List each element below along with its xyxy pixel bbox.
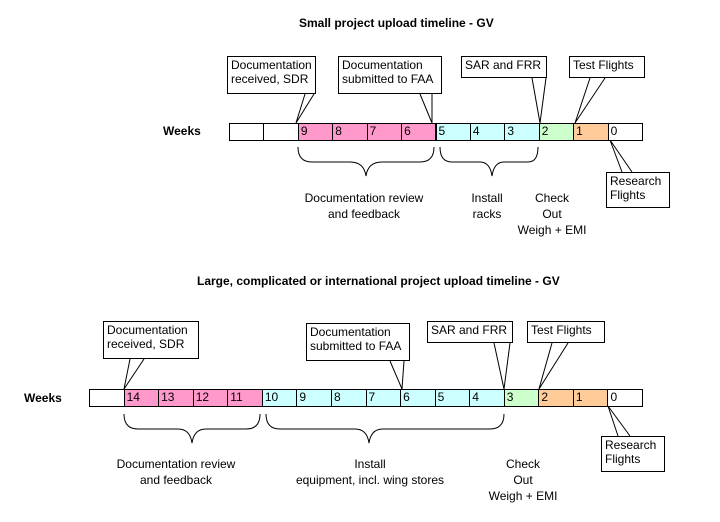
large-brace-doc-review: [123, 413, 261, 444]
small-pointer-research: [609, 139, 633, 173]
large-pointer-test-flights: [538, 342, 569, 390]
large-pointer-doc-received: [123, 358, 145, 390]
large-pointer-research: [607, 405, 631, 437]
large-pointer-doc-submitted: [389, 360, 405, 390]
small-brace-install: [439, 146, 539, 177]
connectors-and-braces: [123, 77, 633, 444]
small-pointer-sar-frr: [531, 77, 547, 124]
large-brace-install: [265, 413, 505, 444]
small-brace-doc-review: [297, 146, 435, 177]
small-pointer-test-flights: [574, 77, 606, 124]
small-pointer-doc-received: [295, 93, 315, 124]
small-pointer-doc-submitted: [419, 93, 433, 124]
large-pointer-sar-frr: [493, 342, 511, 390]
